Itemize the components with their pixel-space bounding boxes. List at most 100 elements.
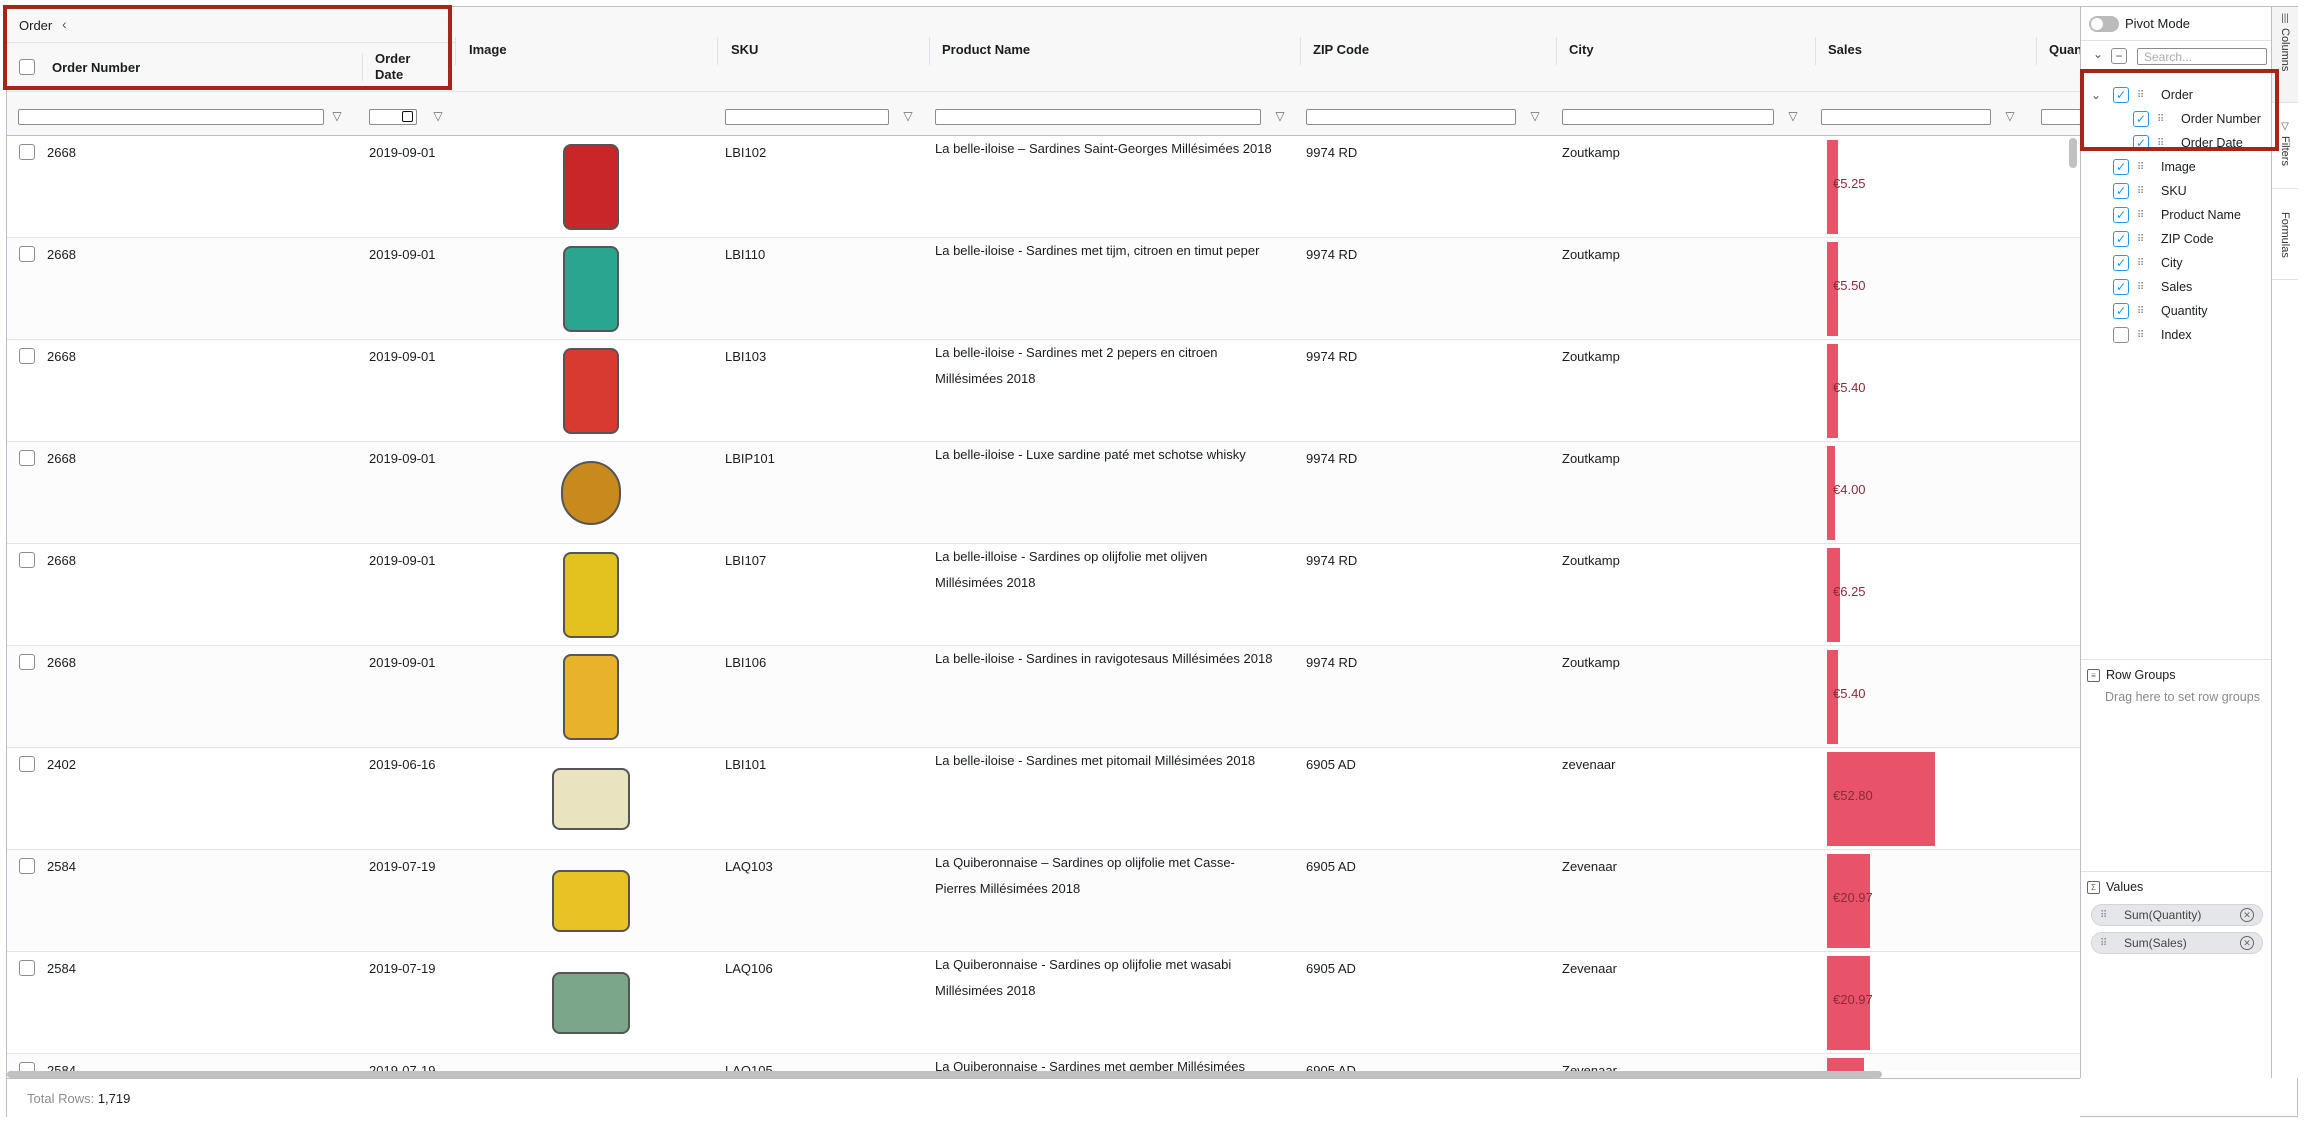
drag-handle-icon[interactable]: ⠿ — [2137, 258, 2149, 269]
filter-icon[interactable]: ▽ — [901, 109, 915, 123]
horizontal-scrollbar[interactable] — [7, 1071, 2080, 1078]
filter-icon[interactable]: ▽ — [2003, 109, 2017, 123]
column-item-sales[interactable]: ✓ ⠿ Sales — [2113, 275, 2192, 299]
header-city[interactable]: City — [1557, 7, 1815, 91]
column-item-index[interactable]: ✓⠿Index — [2113, 323, 2192, 347]
column-item-order-number[interactable]: ✓ ⠿ Order Number — [2133, 107, 2261, 131]
row-checkbox[interactable] — [19, 348, 35, 364]
column-item-order[interactable]: ⌄ ✓ ⠿ Order — [2091, 83, 2193, 107]
header-group-order[interactable]: Order ‹ — [7, 7, 455, 43]
header-sku[interactable]: SKU — [719, 7, 929, 91]
drag-handle-icon[interactable]: ⠿ — [2137, 282, 2149, 293]
table-row[interactable]: 2584 2019-07-19 LAQ103 La Quiberonnaise – S… — [7, 850, 2080, 952]
drag-handle-icon[interactable]: ⠿ — [2137, 306, 2149, 317]
table-row[interactable]: 2668 2019-09-01 LBIP101 La belle-iloise - L… — [7, 442, 2080, 544]
vertical-scrollbar[interactable] — [2069, 138, 2077, 168]
select-all-checkbox[interactable] — [19, 59, 35, 75]
tab-formulas[interactable]: Formulas — [2272, 202, 2298, 280]
table-row[interactable]: 2402 2019-06-16 LBI101 La belle-iloise - Sa… — [7, 748, 2080, 850]
column-item-order-date[interactable]: ✓ ⠿ Order Date — [2133, 131, 2243, 155]
row-checkbox[interactable] — [19, 1062, 35, 1071]
tab-filters[interactable]: ▽ Filters — [2272, 115, 2298, 189]
pivot-mode-toggle[interactable] — [2089, 15, 2119, 32]
table-row[interactable]: 2668 2019-09-01 LBI107 La belle-illoise - S… — [7, 544, 2080, 646]
sales-filter-input[interactable] — [1821, 109, 1991, 125]
drag-handle-icon[interactable]: ⠿ — [2157, 114, 2169, 125]
values-section[interactable]: Σ Values ⠿ Sum(Quantity) ✕ ⠿ Sum(Sales) ✕ — [2081, 871, 2272, 1078]
remove-icon[interactable]: ✕ — [2240, 908, 2254, 922]
header-product-name[interactable]: Product Name — [930, 7, 1300, 91]
row-checkbox[interactable] — [19, 144, 35, 160]
column-visibility-checkbox[interactable]: ✓ — [2113, 279, 2129, 295]
drag-handle-icon[interactable]: ⠿ — [2100, 910, 2112, 921]
column-visibility-checkbox[interactable]: ✓ — [2133, 111, 2149, 127]
table-row[interactable]: 2668 2019-09-01 LBI102 La belle-iloise – Sa… — [7, 136, 2080, 238]
drag-handle-icon[interactable]: ⠿ — [2137, 162, 2149, 173]
table-row[interactable]: 2584 2019-07-19 LAQ105 La Quiberonnaise - S… — [7, 1054, 2080, 1071]
calendar-icon[interactable] — [402, 111, 413, 122]
drag-handle-icon[interactable]: ⠿ — [2157, 138, 2169, 149]
value-pill-sum-sales[interactable]: ⠿ Sum(Sales) ✕ — [2091, 932, 2263, 954]
column-visibility-checkbox[interactable]: ✓ — [2113, 183, 2129, 199]
column-item-zip-code[interactable]: ✓ ⠿ ZIP Code — [2113, 227, 2214, 251]
pivot-mode-row[interactable]: Pivot Mode — [2081, 7, 2272, 41]
order-number-filter-input[interactable] — [18, 109, 324, 125]
filter-icon[interactable]: ▽ — [1528, 109, 1542, 123]
quantity-filter-input[interactable] — [2041, 109, 2080, 125]
column-visibility-checkbox[interactable]: ✓ — [2113, 159, 2129, 175]
drag-handle-icon[interactable]: ⠿ — [2137, 210, 2149, 221]
header-quantity[interactable]: Quanti — [2037, 7, 2080, 91]
column-visibility-checkbox[interactable]: ✓ — [2113, 231, 2129, 247]
value-pill-sum-quantity[interactable]: ⠿ Sum(Quantity) ✕ — [2091, 904, 2263, 926]
column-visibility-checkbox[interactable]: ✓ — [2113, 303, 2129, 319]
row-checkbox[interactable] — [19, 246, 35, 262]
table-row[interactable]: 2584 2019-07-19 LAQ106 La Quiberonnaise - S… — [7, 952, 2080, 1054]
column-resize-handle[interactable] — [455, 37, 456, 65]
drag-handle-icon[interactable]: ⠿ — [2137, 186, 2149, 197]
header-image[interactable]: Image — [457, 7, 717, 91]
row-checkbox[interactable] — [19, 960, 35, 976]
filter-icon[interactable]: ▽ — [431, 109, 445, 123]
column-visibility-checkbox[interactable]: ✓ — [2113, 327, 2129, 343]
column-item-quantity[interactable]: ✓ ⠿ Quantity — [2113, 299, 2208, 323]
header-sales[interactable]: Sales — [1816, 7, 2036, 91]
drag-handle-icon[interactable]: ⠿ — [2137, 330, 2149, 341]
header-order-number[interactable]: Order Number — [40, 43, 360, 91]
column-item-image[interactable]: ✓ ⠿ Image — [2113, 155, 2196, 179]
drag-handle-icon[interactable]: ⠿ — [2137, 234, 2149, 245]
filter-icon[interactable]: ▽ — [1786, 109, 1800, 123]
scroll-thumb[interactable] — [7, 1071, 1882, 1078]
column-item-product-name[interactable]: ✓ ⠿ Product Name — [2113, 203, 2241, 227]
chevron-down-icon[interactable]: ⌄ — [2091, 88, 2101, 102]
product-name-filter-input[interactable] — [935, 109, 1261, 125]
column-visibility-checkbox[interactable]: ✓ — [2113, 255, 2129, 271]
header-zip-code[interactable]: ZIP Code — [1301, 7, 1556, 91]
chevron-down-icon[interactable]: ⌄ — [2093, 47, 2103, 61]
drag-handle-icon[interactable]: ⠿ — [2100, 938, 2112, 949]
row-checkbox[interactable] — [19, 756, 35, 772]
order-date-filter-input[interactable] — [369, 109, 417, 125]
row-groups-section[interactable]: ≡ Row Groups Drag here to set row groups — [2081, 659, 2272, 871]
column-item-sku[interactable]: ✓ ⠿ SKU — [2113, 179, 2187, 203]
zip-filter-input[interactable] — [1306, 109, 1516, 125]
row-checkbox[interactable] — [19, 552, 35, 568]
sku-filter-input[interactable] — [725, 109, 889, 125]
filter-icon[interactable]: ▽ — [1273, 109, 1287, 123]
header-order-date[interactable]: Order Date — [363, 43, 455, 91]
drag-handle-icon[interactable]: ⠿ — [2137, 90, 2149, 101]
tab-columns[interactable]: ||| Columns — [2272, 7, 2298, 103]
city-filter-input[interactable] — [1562, 109, 1774, 125]
column-visibility-checkbox[interactable]: ✓ — [2113, 87, 2129, 103]
collapse-chevron-icon[interactable]: ‹ — [62, 16, 67, 32]
row-checkbox[interactable] — [19, 450, 35, 466]
table-row[interactable]: 2668 2019-09-01 LBI103 La belle-iloise - Sa… — [7, 340, 2080, 442]
column-search-input[interactable]: Search... — [2137, 48, 2267, 65]
column-visibility-checkbox[interactable]: ✓ — [2113, 207, 2129, 223]
select-all-columns-checkbox[interactable]: − — [2111, 48, 2127, 64]
column-visibility-checkbox[interactable]: ✓ — [2133, 135, 2149, 151]
row-checkbox[interactable] — [19, 858, 35, 874]
row-checkbox[interactable] — [19, 654, 35, 670]
remove-icon[interactable]: ✕ — [2240, 936, 2254, 950]
table-row[interactable]: 2668 2019-09-01 LBI110 La belle-iloise - Sa… — [7, 238, 2080, 340]
column-resize-handle[interactable] — [717, 37, 718, 65]
